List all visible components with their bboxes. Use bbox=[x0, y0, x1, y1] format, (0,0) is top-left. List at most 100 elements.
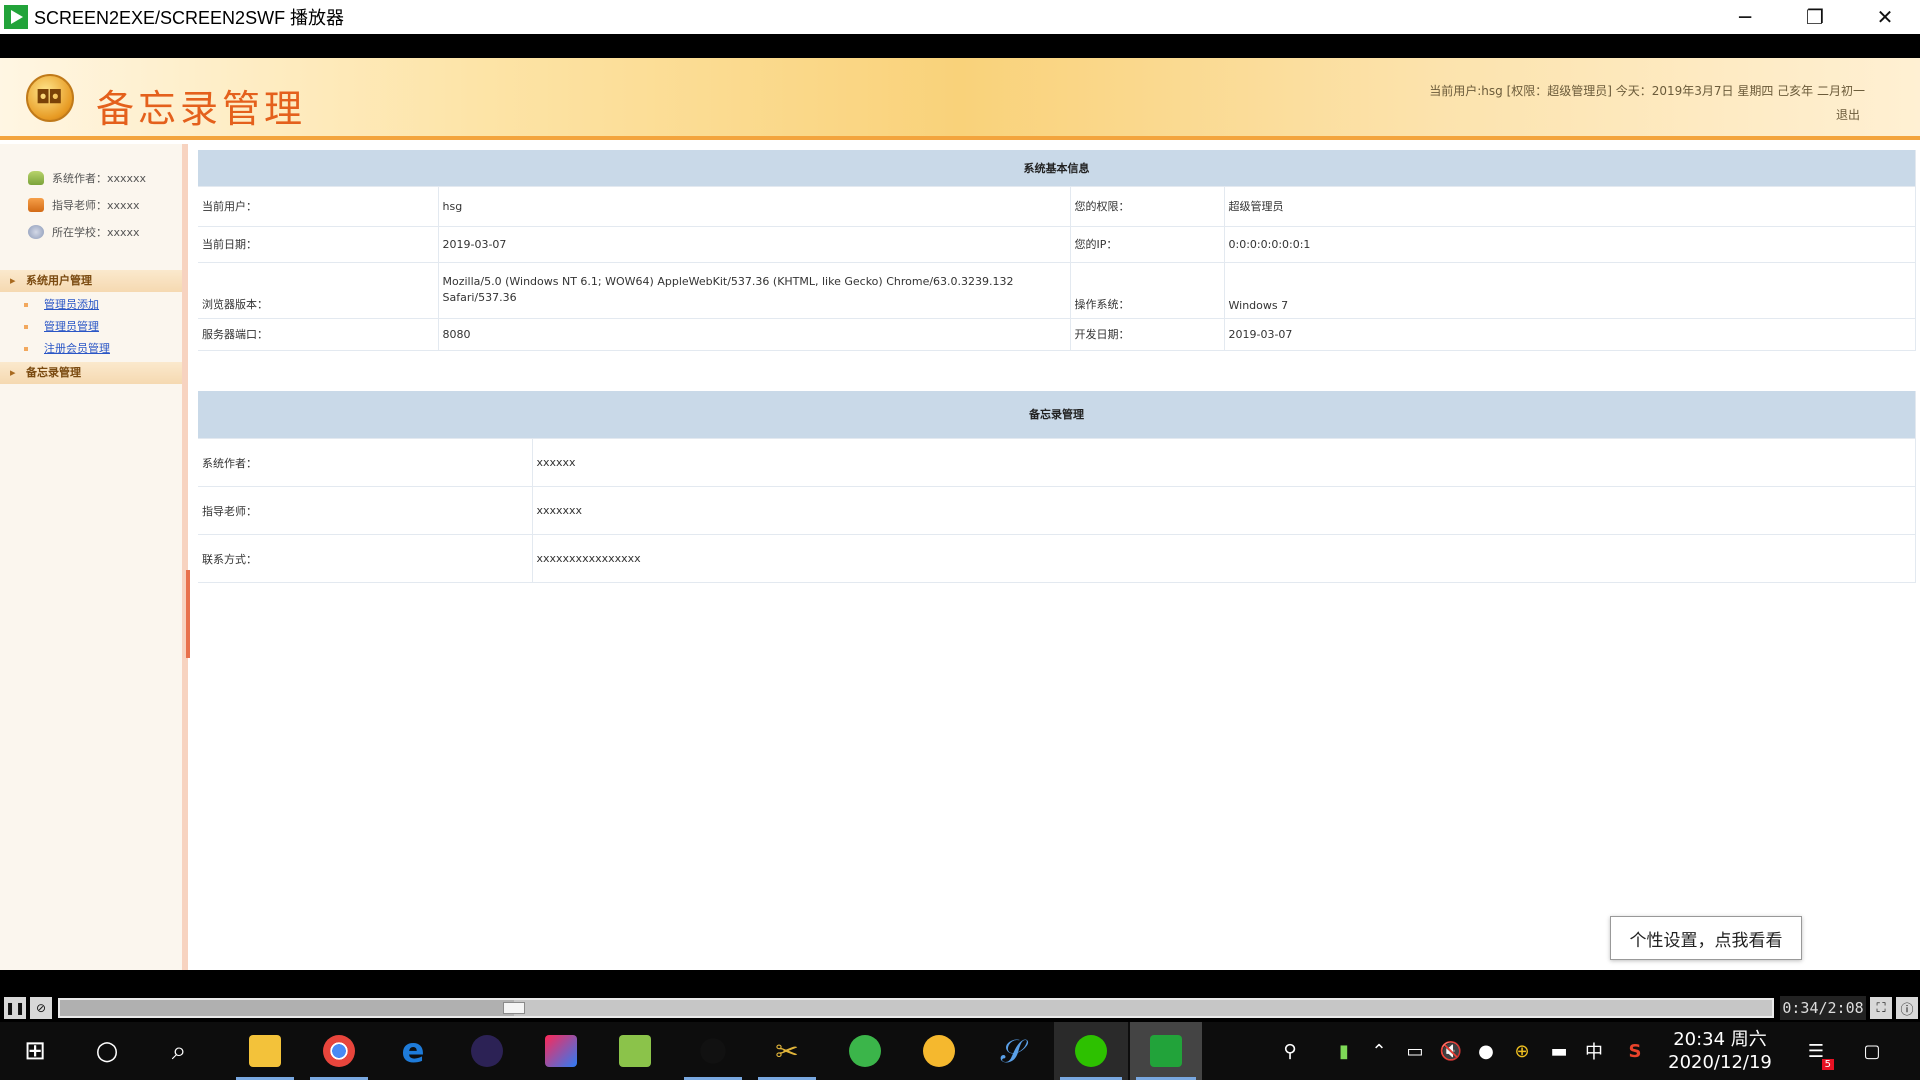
taskbar-player[interactable] bbox=[1130, 1022, 1202, 1080]
fit-screen-button[interactable]: ⛶ bbox=[1870, 997, 1892, 1019]
ime-toolbar: S 中 °, ☺ 🎤 ⌨ ⚙ 👕 ▦ bbox=[1608, 968, 1920, 970]
tray-language[interactable]: 中 bbox=[1580, 1022, 1608, 1080]
cortana-icon: ○ bbox=[95, 1036, 119, 1066]
app-icon bbox=[923, 1035, 955, 1067]
tray-security-icon[interactable]: ⊕ bbox=[1508, 1022, 1536, 1080]
taskbar-clock[interactable]: 20:34 周六 2020/12/19 bbox=[1658, 1028, 1782, 1074]
taskbar-wechat[interactable] bbox=[1054, 1022, 1128, 1080]
row-value: hsg bbox=[438, 186, 1071, 227]
row-label: 浏览器版本： bbox=[198, 262, 439, 319]
player-controls: ❚❚ ⊘ 0:34/2:08 ⛶ ⓘ bbox=[0, 994, 1920, 1022]
sidebar-collapse-handle[interactable] bbox=[186, 570, 190, 658]
notification-badge: 5 bbox=[1821, 1059, 1834, 1070]
tray-battery-icon[interactable]: ▮ bbox=[1330, 1022, 1358, 1080]
tray-qq-icon[interactable]: ● bbox=[1472, 1022, 1500, 1080]
table-row: 当前日期： 2019-03-07 您的IP： 0:0:0:0:0:0:0:1 bbox=[198, 226, 1916, 263]
menu-admin-manage[interactable]: 管理员管理 bbox=[24, 316, 99, 338]
letterbox-top bbox=[0, 34, 1920, 58]
table-row: 服务器端口： 8080 开发日期： 2019-03-07 bbox=[198, 318, 1916, 351]
sidebar-info: 系统作者：xxxxxx 指导老师：xxxxx 所在学校：xxxxx bbox=[0, 144, 182, 245]
tools-icon: ✂ bbox=[775, 1034, 799, 1068]
clock-time: 20:34 周六 bbox=[1673, 1029, 1767, 1050]
taskbar-app-yellow[interactable] bbox=[904, 1022, 974, 1080]
menu-memo[interactable]: 备忘录管理 bbox=[0, 362, 182, 384]
window-titlebar: SCREEN2EXE/SCREEN2SWF 播放器 ─ ❐ ✕ bbox=[0, 0, 1920, 34]
row-label: 系统作者： bbox=[198, 438, 533, 487]
intellij-icon bbox=[545, 1035, 577, 1067]
taskbar-app-feather[interactable]: 𝒮 bbox=[978, 1022, 1048, 1080]
taskbar-notepad[interactable] bbox=[600, 1022, 670, 1080]
author-icon bbox=[28, 170, 44, 185]
wechat-icon bbox=[1075, 1035, 1107, 1067]
row-value: Mozilla/5.0 (Windows NT 6.1; WOW64) Appl… bbox=[438, 262, 1071, 319]
seek-bar-fill bbox=[60, 1000, 514, 1016]
tray-people-icon[interactable]: ⚲ bbox=[1274, 1022, 1306, 1080]
edge-icon: e bbox=[401, 1031, 425, 1071]
notepad-icon bbox=[619, 1035, 651, 1067]
clock-date: 2020/12/19 bbox=[1668, 1052, 1772, 1073]
taskbar-browser[interactable] bbox=[830, 1022, 900, 1080]
seek-bar[interactable] bbox=[58, 998, 1774, 1018]
row-value: 超级管理员 bbox=[1224, 186, 1916, 227]
sidebar-info-label: 指导老师：xxxxx bbox=[52, 198, 140, 212]
action-center-button[interactable]: ▢ bbox=[1852, 1022, 1892, 1080]
row-value: 2019-03-07 bbox=[438, 226, 1071, 263]
taskbar-edge[interactable]: e bbox=[378, 1022, 448, 1080]
sidebar-info-label: 所在学校：xxxxx bbox=[52, 225, 140, 239]
tray-sogou-icon[interactable]: S bbox=[1620, 1022, 1650, 1080]
tray-power-icon[interactable]: ▬ bbox=[1544, 1022, 1574, 1080]
folder-icon bbox=[249, 1035, 281, 1067]
notification-center-button[interactable]: ☰ 5 bbox=[1796, 1022, 1836, 1080]
message-icon: ▢ bbox=[1863, 1040, 1881, 1062]
table-row: 指导老师： xxxxxxx bbox=[198, 486, 1916, 535]
taskbar-qq[interactable] bbox=[678, 1022, 748, 1080]
table-row: 联系方式： xxxxxxxxxxxxxxxx bbox=[198, 534, 1916, 583]
memo-info-table: 备忘录管理 系统作者： xxxxxx 指导老师： xxxxxxx 联系方式： x… bbox=[198, 390, 1916, 583]
school-icon bbox=[28, 224, 44, 239]
row-label: 指导老师： bbox=[198, 486, 533, 535]
logo-icon bbox=[26, 74, 74, 122]
feather-icon: 𝒮 bbox=[1000, 1031, 1026, 1070]
menu-admin-add[interactable]: 管理员添加 bbox=[24, 294, 99, 316]
table-row: 系统作者： xxxxxx bbox=[198, 438, 1916, 487]
taskbar-eclipse[interactable] bbox=[452, 1022, 522, 1080]
restore-button[interactable]: ❐ bbox=[1780, 0, 1850, 34]
pause-button[interactable]: ❚❚ bbox=[4, 997, 26, 1019]
row-label: 当前日期： bbox=[198, 226, 439, 263]
sidebar-info-label: 系统作者：xxxxxx bbox=[52, 171, 147, 185]
row-value: xxxxxx bbox=[532, 438, 1916, 487]
menu-system-users[interactable]: 系统用户管理 bbox=[0, 270, 182, 292]
row-value: 2019-03-07 bbox=[1224, 318, 1916, 351]
row-value: 8080 bbox=[438, 318, 1071, 351]
row-label: 服务器端口： bbox=[198, 318, 439, 351]
info-button[interactable]: ⓘ bbox=[1896, 997, 1918, 1019]
tray-display-icon[interactable]: ▭ bbox=[1400, 1022, 1430, 1080]
cortana-button[interactable]: ○ bbox=[72, 1022, 142, 1080]
ime-settings-tip[interactable]: 个性设置，点我看看 bbox=[1610, 916, 1802, 960]
taskbar-intellij[interactable] bbox=[526, 1022, 596, 1080]
row-value: Windows 7 bbox=[1224, 262, 1916, 319]
web-page: 备忘录管理 当前用户:hsg [权限：超级管理员] 今天：2019年3月7日 星… bbox=[0, 58, 1920, 970]
windows-taskbar: ⊞ ○ ⌕ e ✂ 𝒮 ⚲ ▮ ⌃ ▭ 🔇 ● ⊕ ▬ 中 S 20:34 周六… bbox=[0, 1022, 1920, 1080]
menu-member-manage[interactable]: 注册会员管理 bbox=[24, 338, 110, 360]
tray-volume-icon[interactable]: 🔇 bbox=[1436, 1022, 1466, 1080]
logout-link[interactable]: 退出 bbox=[1836, 106, 1860, 123]
taskbar-chrome[interactable] bbox=[304, 1022, 374, 1080]
main-content: 系统基本信息 当前用户： hsg 您的权限： 超级管理员 当前日期： 2019-… bbox=[198, 150, 1916, 583]
taskbar-file-explorer[interactable] bbox=[230, 1022, 300, 1080]
minimize-button[interactable]: ─ bbox=[1710, 0, 1780, 34]
site-title: 备忘录管理 bbox=[96, 87, 307, 131]
memo-info-title: 备忘录管理 bbox=[198, 390, 1916, 439]
row-value: xxxxxxx bbox=[532, 486, 1916, 535]
close-button[interactable]: ✕ bbox=[1850, 0, 1920, 34]
stop-button[interactable]: ⊘ bbox=[30, 997, 52, 1019]
start-button[interactable]: ⊞ bbox=[0, 1022, 70, 1080]
seek-thumb[interactable] bbox=[502, 1002, 525, 1014]
row-label: 当前用户： bbox=[198, 186, 439, 227]
teacher-icon bbox=[28, 197, 44, 212]
search-button[interactable]: ⌕ bbox=[144, 1022, 214, 1080]
chrome-icon bbox=[323, 1035, 355, 1067]
row-label: 您的权限： bbox=[1070, 186, 1225, 227]
taskbar-tools[interactable]: ✂ bbox=[752, 1022, 822, 1080]
tray-expand-icon[interactable]: ⌃ bbox=[1366, 1022, 1392, 1080]
